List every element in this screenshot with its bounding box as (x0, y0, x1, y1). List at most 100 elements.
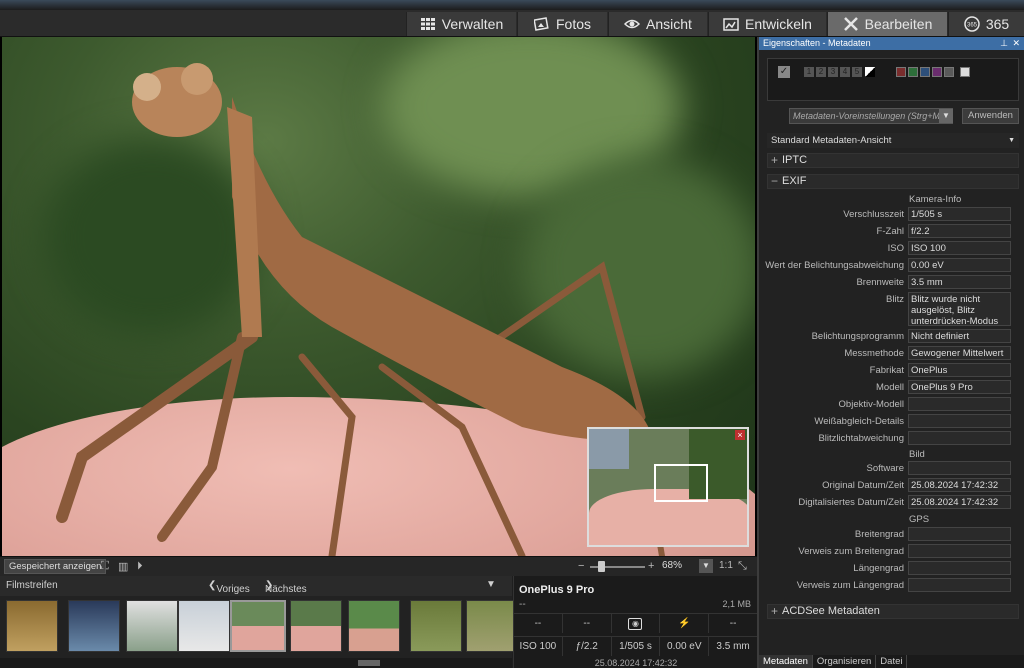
section-iptc[interactable]: + IPTC (767, 153, 1019, 168)
zoom-dropdown[interactable]: ▼ (699, 559, 713, 573)
group-camera-info: Kamera-Info (909, 194, 962, 205)
rating-5[interactable]: 5 (852, 67, 862, 77)
field-value[interactable]: 3.5 mm (908, 275, 1011, 289)
field-value[interactable]: f/2.2 (908, 224, 1011, 238)
close-icon[interactable]: ✕ (1012, 37, 1020, 50)
field-value[interactable] (908, 578, 1011, 592)
fit-icon[interactable]: ⤡ (738, 560, 747, 573)
rating-1[interactable]: 1 (804, 67, 814, 77)
field-value[interactable] (908, 397, 1011, 411)
prev-label: Voriges (216, 584, 250, 595)
field-value[interactable]: ISO 100 (908, 241, 1011, 255)
field-value[interactable]: Blitz wurde nicht ausgelöst, Blitz unter… (908, 292, 1011, 327)
fullscreen-icon[interactable]: ⛶ (101, 560, 109, 573)
field-label: Modell (876, 382, 904, 393)
one-to-one-button[interactable]: 1:1 (719, 560, 733, 571)
preset-dropdown-icon[interactable]: ▼ (939, 109, 953, 123)
scrollbar-thumb[interactable] (358, 660, 380, 666)
tab-metadaten[interactable]: Metadaten (759, 655, 813, 668)
expand-icon: + (771, 604, 779, 618)
thumbnail[interactable] (68, 600, 120, 652)
field-value[interactable]: Nicht definiert (908, 329, 1011, 343)
thumbnail[interactable] (348, 600, 400, 652)
mode-tab-365[interactable]: 365 365 (948, 12, 1024, 36)
tab-datei[interactable]: Datei (876, 655, 908, 668)
prev-button[interactable]: ❮ Voriges (208, 580, 250, 595)
field-value[interactable] (908, 414, 1011, 428)
histogram-icon[interactable]: ▥ (118, 560, 128, 573)
field-value[interactable]: OnePlus 9 Pro (908, 380, 1011, 394)
thumbnail[interactable] (178, 600, 230, 652)
image-info-panel: OnePlus 9 Pro -- 2,1 MB -- -- ◉ ⚡ -- ISO… (513, 576, 758, 668)
tools-icon (843, 17, 858, 31)
tag-checkbox[interactable]: ✓ (778, 66, 790, 78)
field-label: Wert der Belichtungsabweichung (765, 260, 904, 271)
navigator-overview[interactable]: × (587, 427, 749, 547)
aperture-value: ƒ/2.2 (563, 637, 612, 656)
collapse-icon[interactable]: ▼ (486, 579, 496, 590)
color-label-purple[interactable] (932, 67, 942, 77)
field-value[interactable] (908, 544, 1011, 558)
develop-icon (723, 18, 739, 31)
field-value[interactable]: 1/505 s (908, 207, 1011, 221)
camera-model: OnePlus 9 Pro (519, 584, 595, 596)
zoom-slider-knob[interactable] (598, 561, 605, 572)
color-label-blue[interactable] (920, 67, 930, 77)
rating-2[interactable]: 2 (816, 67, 826, 77)
field-value[interactable] (908, 431, 1011, 445)
thumbnail[interactable] (410, 600, 462, 652)
cloud-365-icon: 365 (964, 16, 980, 32)
apply-button[interactable]: Anwenden (962, 108, 1019, 124)
clear-rating-icon[interactable] (865, 67, 875, 77)
filmstrip-scrollbar[interactable] (0, 658, 512, 668)
field-value[interactable]: OnePlus (908, 363, 1011, 377)
image-viewer[interactable]: × (0, 37, 757, 556)
section-acdsee-metadata[interactable]: + ACDSee Metadaten (767, 604, 1019, 619)
mode-tab-bearbeiten[interactable]: Bearbeiten (827, 12, 947, 36)
metadata-preset-field[interactable]: Metadaten-Voreinstellungen (Strg+M) (789, 108, 953, 124)
capture-date: 25.08.2024 17:42:32 (594, 658, 678, 668)
zoom-level: 68% (662, 560, 683, 571)
rating-4[interactable]: 4 (840, 67, 850, 77)
mode-label: Entwickeln (745, 16, 812, 32)
thumbnail-selected[interactable] (230, 600, 286, 652)
section-exif[interactable]: − EXIF (767, 174, 1019, 189)
field-label: Blitz (886, 294, 904, 305)
color-label-red[interactable] (896, 67, 906, 77)
field-label: Längengrad (853, 563, 904, 574)
play-icon[interactable]: ⏵ (137, 560, 143, 573)
mode-label: Fotos (555, 16, 591, 32)
field-value[interactable]: 0.00 eV (908, 258, 1011, 272)
metadata-view-select[interactable]: Standard Metadaten-Ansicht ▼ (767, 133, 1019, 148)
navigator-viewport-frame[interactable] (654, 464, 708, 502)
thumbnail[interactable] (466, 600, 518, 652)
field-value[interactable]: Gewogener Mittelwert (908, 346, 1011, 360)
field-value[interactable] (908, 527, 1011, 541)
mode-bar: Verwalten Fotos Ansicht Entwickeln Bearb… (0, 10, 1024, 37)
mode-label: Verwalten (441, 16, 504, 32)
mode-tab-ansicht[interactable]: Ansicht (608, 12, 707, 36)
color-label-gray[interactable] (944, 67, 954, 77)
thumbnail[interactable] (290, 600, 342, 652)
mode-tab-verwalten[interactable]: Verwalten (406, 12, 516, 36)
field-label: Blitzlichtabweichung (818, 433, 904, 444)
thumbnail[interactable] (6, 600, 58, 652)
zoom-in-icon[interactable]: + (648, 560, 654, 572)
field-value[interactable]: 25.08.2024 17:42:32 (908, 495, 1011, 509)
color-label-clear[interactable] (960, 67, 970, 77)
pin-icon[interactable]: ⊥ (1000, 37, 1008, 50)
show-saved-button[interactable]: Gespeichert anzeigen (4, 559, 107, 574)
thumbnail[interactable] (126, 600, 178, 652)
close-icon[interactable]: × (735, 430, 745, 440)
field-value[interactable]: 25.08.2024 17:42:32 (908, 478, 1011, 492)
field-value[interactable] (908, 561, 1011, 575)
mode-tab-fotos[interactable]: Fotos (517, 12, 607, 36)
rating-3[interactable]: 3 (828, 67, 838, 77)
mode-tab-entwickeln[interactable]: Entwickeln (708, 12, 826, 36)
thumbnail-row (0, 598, 518, 654)
next-button[interactable]: Nächstes ❯ (265, 580, 307, 595)
color-label-green[interactable] (908, 67, 918, 77)
tab-organisieren[interactable]: Organisieren (813, 655, 877, 668)
zoom-out-icon[interactable]: − (578, 560, 584, 572)
field-value[interactable] (908, 461, 1011, 475)
